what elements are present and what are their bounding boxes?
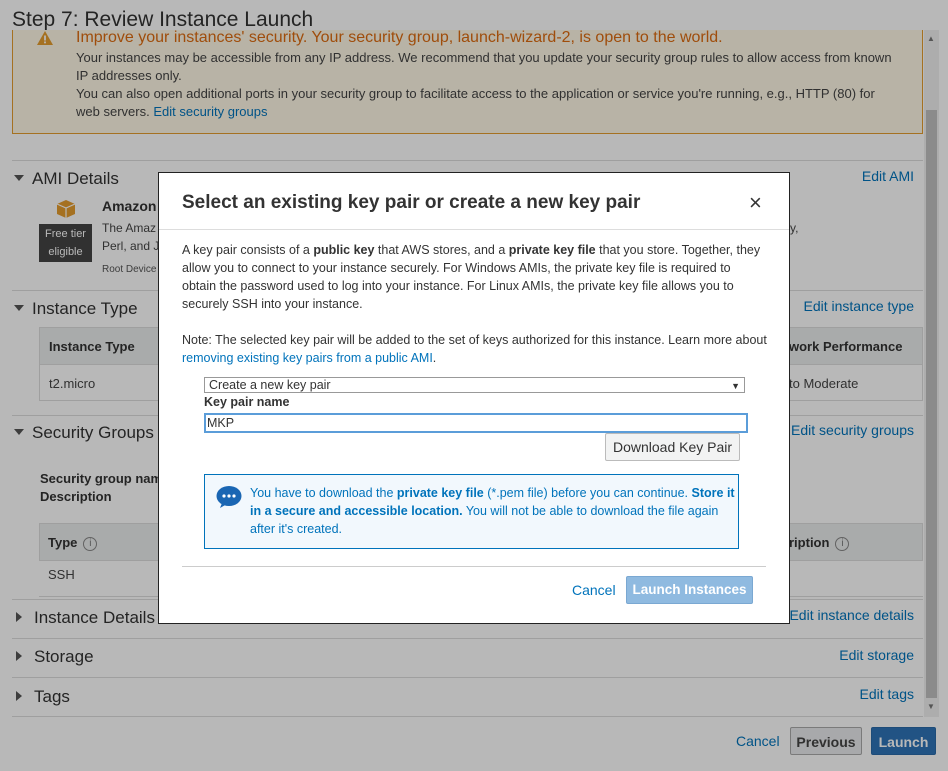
divider (182, 566, 766, 567)
text: that AWS stores, and a (374, 243, 509, 257)
launch-instances-button[interactable]: Launch Instances (626, 576, 753, 604)
text: private key file (508, 243, 596, 257)
dialog-cancel-link[interactable]: Cancel (572, 582, 616, 598)
text: A key pair consists of a (182, 243, 314, 257)
text: public key (313, 243, 375, 257)
text: . (432, 351, 437, 365)
text: You have to download the (250, 486, 397, 500)
text: Note: The selected key pair will be adde… (182, 333, 767, 347)
info-message-box: You have to download the private key fil… (204, 474, 739, 549)
key-pair-option-select[interactable]: Create a new key pair ▼ (204, 377, 745, 393)
dialog-title: Select an existing key pair or create a … (182, 192, 641, 213)
key-pair-explanation: A key pair consists of a public key that… (182, 241, 768, 313)
info-message-text: You have to download the private key fil… (250, 484, 736, 538)
removing-key-pairs-link[interactable]: removing existing key pairs from a publi… (182, 351, 433, 365)
key-pair-note: Note: The selected key pair will be adde… (182, 331, 768, 367)
download-key-pair-button[interactable]: Download Key Pair (605, 433, 740, 461)
key-pair-dialog: Select an existing key pair or create a … (158, 172, 790, 624)
key-pair-name-input[interactable] (204, 413, 748, 433)
text: private key file (396, 486, 484, 500)
text: (*.pem file) before you can continue. (483, 486, 692, 500)
dropdown-arrow-icon: ▼ (731, 381, 740, 391)
close-icon[interactable]: × (749, 192, 762, 214)
select-value: Create a new key pair (209, 378, 331, 392)
chat-info-icon (216, 485, 242, 514)
divider (159, 229, 789, 230)
key-pair-name-label: Key pair name (204, 395, 290, 409)
